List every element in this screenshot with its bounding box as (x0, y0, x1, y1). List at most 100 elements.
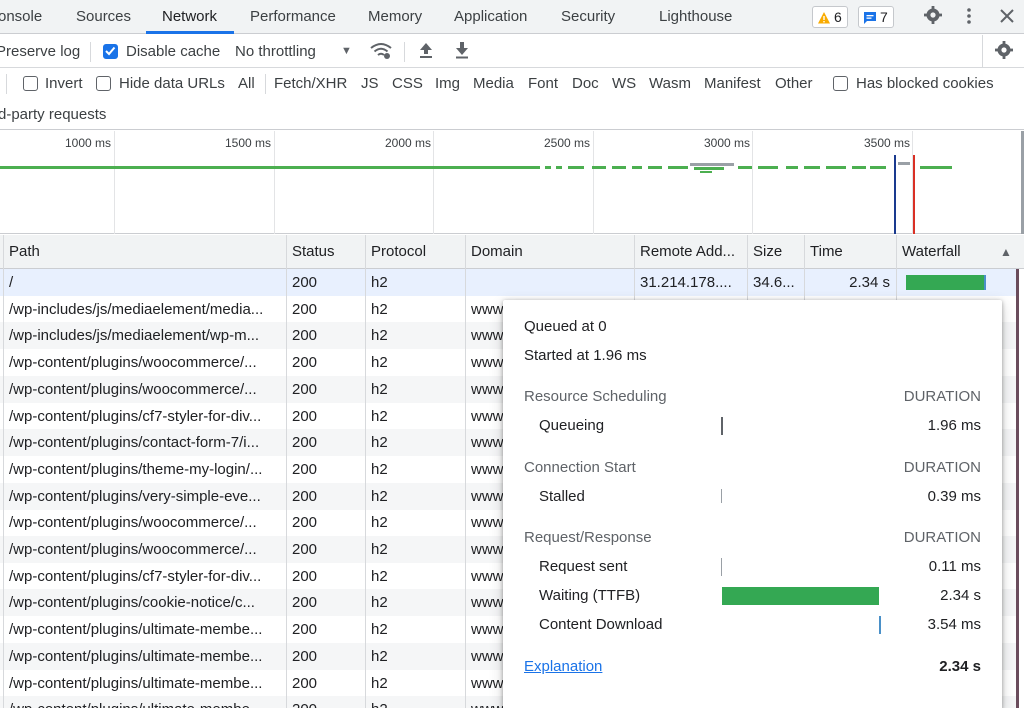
invert-label[interactable]: Invert (45, 68, 83, 100)
filter-all[interactable]: All (238, 68, 255, 100)
messages-count: 7 (880, 9, 888, 25)
tab-security[interactable]: Security (561, 0, 615, 34)
filter-css[interactable]: CSS (392, 68, 423, 100)
cell-protocol: h2 (371, 380, 388, 398)
content-download-bar (879, 616, 881, 634)
tab-memory[interactable]: Memory (368, 0, 422, 34)
cell-protocol: h2 (371, 567, 388, 585)
filter-img[interactable]: Img (435, 68, 460, 100)
import-har-icon[interactable] (418, 35, 434, 68)
toolbar-divider (404, 42, 405, 62)
column-waterfall[interactable]: Waterfall (896, 235, 961, 269)
explanation-link[interactable]: Explanation (524, 658, 602, 675)
messages-badge[interactable]: 7 (858, 6, 894, 28)
network-settings-icon[interactable] (994, 35, 1014, 68)
export-har-icon[interactable] (454, 35, 470, 68)
timing-label-stalled: Stalled (539, 488, 585, 505)
waterfall-load-marker (1016, 269, 1019, 708)
tab-application[interactable]: Application (454, 0, 527, 34)
column-domain[interactable]: Domain (465, 235, 523, 269)
filter-doc[interactable]: Doc (572, 68, 599, 100)
timing-label-waiting: Waiting (TTFB) (539, 587, 641, 604)
filter-fetch-xhr[interactable]: Fetch/XHR (274, 68, 347, 100)
timing-tooltip: Queued at 0 Started at 1.96 ms Resource … (503, 300, 1002, 708)
cell-status: 200 (292, 274, 318, 291)
filter-media[interactable]: Media (473, 68, 514, 100)
request-sent-bar (721, 558, 722, 576)
tab-console[interactable]: onsole (0, 0, 42, 34)
column-separator (365, 235, 366, 708)
cell-path: /wp-content/plugins/cf7-styler-for-div..… (9, 407, 262, 425)
filter-wasm[interactable]: Wasm (649, 68, 691, 100)
preserve-log-label[interactable]: Preserve log (0, 35, 80, 68)
cell-path: /wp-content/plugins/woocommerce/... (9, 541, 257, 558)
filter-font[interactable]: Font (528, 68, 558, 100)
invert-checkbox[interactable] (23, 76, 38, 91)
duration-header: DURATION (903, 529, 981, 546)
cell-protocol: h2 (371, 300, 388, 318)
tab-network[interactable]: Network (162, 0, 217, 34)
column-separator (3, 235, 4, 708)
network-conditions-icon[interactable] (370, 35, 392, 68)
cell-path: /wp-content/plugins/woocommerce/... (9, 514, 257, 532)
active-tab-indicator (146, 31, 234, 34)
cell-protocol: h2 (371, 460, 388, 478)
column-time[interactable]: Time (804, 235, 843, 269)
filter-bar: Invert Hide data URLs All Fetch/XHR JS C… (0, 68, 1024, 100)
more-options-icon[interactable] (960, 0, 978, 34)
sort-ascending-icon[interactable]: ▲ (994, 235, 1012, 269)
column-path[interactable]: Path (3, 235, 40, 269)
third-party-requests-label[interactable]: d-party requests (0, 100, 106, 130)
cell-status: 200 (292, 354, 318, 372)
throttling-select[interactable]: No throttling (235, 35, 316, 68)
timing-value-waiting: 2.34 s (940, 587, 981, 604)
timing-value-content-download: 3.54 ms (927, 616, 981, 633)
has-blocked-cookies-label[interactable]: Has blocked cookies (856, 68, 994, 100)
overview-timeline[interactable]: 1000 ms 1500 ms 2000 ms 2500 ms 3000 ms … (0, 131, 1024, 234)
queueing-bar (721, 417, 723, 435)
cell-path: /wp-content/plugins/theme-my-login/... (9, 460, 263, 478)
cell-status: 200 (292, 300, 318, 318)
chevron-down-icon[interactable]: ▼ (341, 35, 352, 68)
cell-protocol: h2 (371, 647, 388, 665)
cell-protocol: h2 (371, 274, 388, 291)
total-duration: 2.34 s (939, 658, 981, 675)
cell-status: 200 (292, 327, 318, 345)
timing-label-content-download: Content Download (539, 616, 663, 633)
close-icon[interactable] (996, 0, 1018, 34)
filter-manifest[interactable]: Manifest (704, 68, 761, 100)
requests-table-header: Path Status Protocol Domain Remote Add..… (0, 235, 1024, 269)
disable-cache-label[interactable]: Disable cache (126, 35, 220, 68)
filter-divider (265, 74, 266, 94)
settings-gear-icon[interactable] (921, 0, 945, 34)
cell-protocol: h2 (371, 514, 388, 532)
hide-data-urls-label[interactable]: Hide data URLs (119, 68, 225, 100)
filter-ws[interactable]: WS (612, 68, 636, 100)
cell-path: /wp-content/plugins/woocommerce/... (9, 380, 257, 398)
timing-value-request-sent: 0.11 ms (928, 558, 981, 575)
cell-protocol: h2 (371, 327, 388, 345)
filter-other[interactable]: Other (775, 68, 813, 100)
cell-protocol: h2 (371, 354, 388, 372)
cell-path: /wp-content/plugins/ultimate-membe... (3, 696, 286, 708)
warnings-badge[interactable]: 6 (812, 6, 848, 28)
timing-value-stalled: 0.39 ms (927, 488, 981, 505)
cell-protocol: h2 (365, 696, 465, 708)
column-status[interactable]: Status (286, 235, 335, 269)
cell-protocol: h2 (371, 434, 388, 452)
column-protocol[interactable]: Protocol (365, 235, 426, 269)
table-row[interactable]: / 200 h2 31.214.178.... 34.6... 2.34 s (0, 269, 1018, 296)
filter-js[interactable]: JS (361, 68, 379, 100)
has-blocked-cookies-checkbox[interactable] (833, 76, 848, 91)
cell-path: /wp-content/plugins/contact-form-7/i... (9, 434, 260, 452)
column-size[interactable]: Size (747, 235, 782, 269)
tab-sources[interactable]: Sources (76, 0, 131, 34)
toolbar-divider (90, 42, 91, 62)
cell-path: /wp-includes/js/mediaelement/wp-m... (9, 327, 260, 345)
disable-cache-checkbox[interactable] (103, 44, 118, 59)
tab-lighthouse[interactable]: Lighthouse (659, 0, 732, 34)
column-remote-address[interactable]: Remote Add... (634, 235, 735, 269)
tab-performance[interactable]: Performance (250, 0, 336, 34)
cell-protocol: h2 (371, 594, 388, 612)
hide-data-urls-checkbox[interactable] (96, 76, 111, 91)
